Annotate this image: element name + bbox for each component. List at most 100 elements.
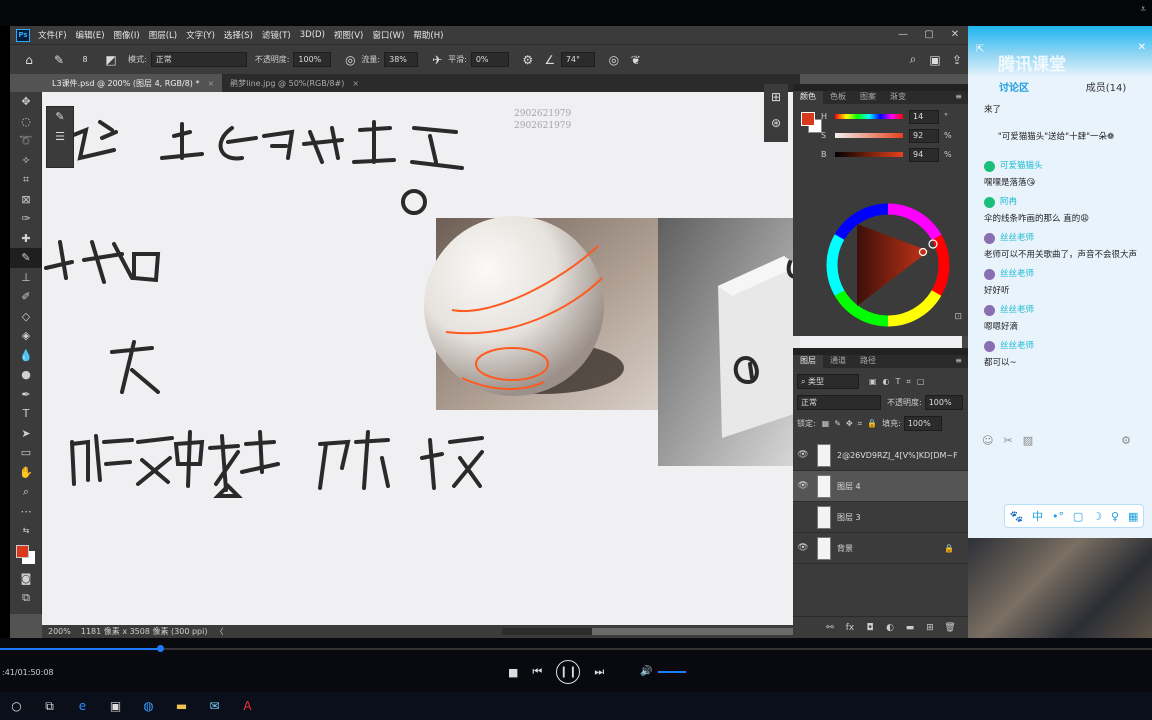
lock-icons[interactable]: ▦✎✥⌗🔒	[822, 419, 882, 429]
acrobat-icon[interactable]: A	[231, 699, 264, 713]
blur-tool-icon[interactable]: 💧	[10, 346, 42, 366]
eye-icon[interactable]: 👁	[793, 481, 813, 491]
close-icon[interactable]: ×	[207, 79, 214, 88]
grid-icon[interactable]: ▦	[1128, 510, 1138, 523]
type-tool-icon[interactable]: T	[10, 404, 42, 424]
menu-select[interactable]: 选择(S)	[224, 29, 253, 41]
brush-size[interactable]: 8	[70, 55, 100, 64]
task-view-icon[interactable]: ⧉	[33, 699, 66, 714]
layer-row[interactable]: 👁 背景 🔒	[793, 533, 968, 564]
layer-opacity[interactable]: 100%	[924, 395, 963, 410]
sender[interactable]: 丝丝老师	[984, 304, 1140, 317]
volume-icon[interactable]: 🔊	[640, 666, 652, 677]
hue-value[interactable]: 14	[909, 109, 939, 124]
image-icon[interactable]: ▨	[1023, 434, 1033, 447]
properties-icon[interactable]: ⊞	[764, 84, 788, 110]
settings-icon[interactable]: ⚙	[1121, 434, 1131, 447]
layer-row[interactable]: 👁 图层 4	[793, 471, 968, 502]
paw-icon[interactable]: 🐾	[1009, 510, 1023, 523]
more-tools-icon[interactable]: ⋯	[10, 502, 42, 522]
smooth-field[interactable]: 0%	[470, 52, 509, 67]
hand-tool-icon[interactable]: ✋	[10, 463, 42, 483]
pen-tool-icon[interactable]: ✒	[10, 385, 42, 405]
opacity-field[interactable]: 100%	[293, 52, 332, 67]
color-swatches[interactable]	[10, 541, 42, 569]
next-icon[interactable]: ⏭	[594, 665, 604, 679]
edge-icon[interactable]: e	[66, 699, 99, 713]
layer-row[interactable]: ▢ 图层 3	[793, 502, 968, 533]
dodge-tool-icon[interactable]: ●	[10, 365, 42, 385]
sender[interactable]: 丝丝老师	[984, 268, 1140, 281]
share-icon[interactable]: ⇪	[946, 53, 968, 67]
path-select-icon[interactable]: ➤	[10, 424, 42, 444]
panel-menu-icon[interactable]: ≡	[955, 89, 962, 104]
magic-wand-icon[interactable]: ✧	[10, 151, 42, 171]
rectangle-tool-icon[interactable]: ▭	[10, 443, 42, 463]
blend-mode-select[interactable]: 正常	[797, 395, 881, 410]
filter-icons[interactable]: ▣◐T⌗▢	[869, 377, 931, 387]
foreground-color-swatch[interactable]	[16, 544, 29, 558]
eye-hidden-icon[interactable]: ▢	[793, 512, 813, 522]
expand-icon[interactable]: ⊡	[954, 312, 962, 322]
eye-icon[interactable]: 👁	[793, 543, 813, 553]
progress-bar[interactable]	[0, 648, 1152, 650]
minimize-icon[interactable]: —	[890, 26, 916, 44]
crop-tool-icon[interactable]: ⌗	[10, 170, 42, 190]
adjustments-icon[interactable]: ⊛	[764, 110, 788, 136]
brightness-slider[interactable]: B 94 %	[793, 145, 968, 164]
eyedropper-icon[interactable]: ✑	[10, 209, 42, 229]
taskbar-app-icon[interactable]: ▣	[99, 699, 132, 713]
brush-tool-icon[interactable]: ✎	[48, 53, 70, 67]
pressure-size-icon[interactable]: ◎	[603, 53, 625, 67]
folder-icon[interactable]: ▬	[900, 623, 920, 633]
airbrush-icon[interactable]: ✈	[426, 53, 448, 67]
history-brush-icon[interactable]: ✐	[10, 287, 42, 307]
scissors-icon[interactable]: ✂	[1003, 434, 1012, 447]
layer-fill[interactable]: 100%	[903, 416, 942, 431]
workspace-icon[interactable]: ▣	[924, 53, 946, 67]
chat-app-icon[interactable]: ✉	[198, 699, 231, 713]
frame-tool-icon[interactable]: ⊠	[10, 190, 42, 210]
menu-type[interactable]: 文字(Y)	[186, 29, 215, 41]
tab-members[interactable]: 成员(14)	[1060, 78, 1152, 100]
menu-layer[interactable]: 图层(L)	[149, 29, 177, 41]
fx-icon[interactable]: fx	[840, 623, 860, 633]
layer-filter-select[interactable]: ⌕ 类型	[797, 374, 859, 389]
user-icon[interactable]: ♀	[1111, 510, 1119, 523]
punctuation-icon[interactable]: •°	[1052, 510, 1064, 523]
brush-settings-icon[interactable]: ◩	[100, 53, 122, 67]
symmetry-icon[interactable]: ❦	[625, 53, 647, 67]
tab-swatches[interactable]: 色板	[823, 89, 853, 104]
marquee-tool-icon[interactable]: ◌	[10, 112, 42, 132]
gear-icon[interactable]: ⚙	[517, 53, 539, 67]
tab-l3[interactable]: L3课件.psd @ 200% (图层 4, RGB/8) * ×	[44, 74, 223, 92]
stop-icon[interactable]: ■	[508, 666, 518, 679]
tab-channels[interactable]: 通道	[823, 353, 853, 368]
menu-edit[interactable]: 编辑(E)	[76, 29, 105, 41]
lasso-tool-icon[interactable]: ➰	[10, 131, 42, 151]
progress-handle[interactable]	[157, 645, 165, 652]
healing-tool-icon[interactable]: ✚	[10, 229, 42, 249]
quick-mask-icon[interactable]: ◙	[10, 569, 42, 589]
menu-icon[interactable]: ⩡	[1140, 4, 1146, 15]
layer-row[interactable]: 👁 2@26VD9RZJ_4[V%]KD[DM~F	[793, 440, 968, 471]
status-arrow[interactable]: 〈	[215, 626, 223, 637]
menu-window[interactable]: 窗口(W)	[372, 29, 404, 41]
tab-color[interactable]: 颜色	[793, 89, 823, 104]
chinese-input-icon[interactable]: 中	[1032, 508, 1043, 524]
adjustment-layer-icon[interactable]: ◐	[880, 623, 900, 633]
sender[interactable]: 阿冉	[984, 196, 1140, 209]
zoom-level[interactable]: 200%	[48, 627, 71, 636]
eraser-icon[interactable]: ◇	[10, 307, 42, 327]
trash-icon[interactable]: 🗑	[940, 623, 960, 633]
pressure-opacity-icon[interactable]: ◎	[339, 53, 361, 67]
emoji-icon[interactable]: ☺	[982, 434, 993, 447]
tab-discussion[interactable]: 讨论区	[968, 78, 1060, 100]
mask-icon[interactable]: ◘	[860, 623, 880, 633]
tab-paths[interactable]: 路径	[853, 353, 883, 368]
menu-help[interactable]: 帮助(H)	[413, 29, 443, 41]
panel-menu-icon[interactable]: ≡	[955, 353, 962, 368]
angle-field[interactable]: 74°	[560, 52, 595, 67]
home-icon[interactable]: ⌂	[10, 53, 48, 67]
tab-layers[interactable]: 图层	[793, 353, 823, 368]
